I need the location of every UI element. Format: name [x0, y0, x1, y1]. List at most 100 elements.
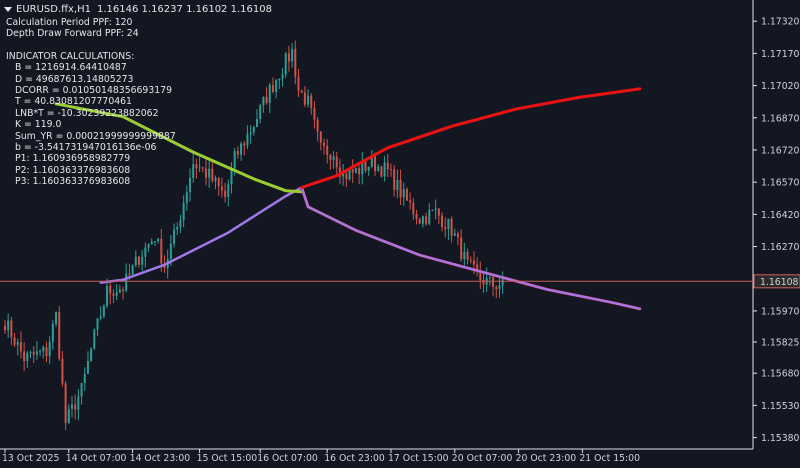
candle-body	[39, 351, 42, 353]
candle-body	[402, 189, 405, 198]
candle-body	[26, 352, 29, 362]
symbol-header: EURUSD.ffx,H1 1.16146 1.16237 1.16102 1.1…	[4, 4, 272, 16]
price-tick-label: 1.16870	[761, 113, 800, 124]
candle-body	[70, 404, 73, 409]
candle-body	[453, 233, 456, 236]
candle-body	[32, 351, 35, 355]
triangle-down-icon[interactable]	[4, 6, 12, 12]
candle-body	[99, 316, 102, 319]
chart-window[interactable]: 1.17320 1.17170 1.17020 1.16870 1.16720 1.165…	[0, 0, 800, 468]
candle-body	[236, 150, 239, 155]
candle-body	[428, 210, 431, 224]
candle-body	[393, 169, 396, 190]
candle-body	[287, 53, 290, 62]
candle-body	[144, 247, 147, 257]
price-tick-label: 1.17320	[761, 17, 800, 28]
candle-body	[389, 169, 392, 171]
candle-body	[220, 186, 223, 191]
indicator-line-b-upper: B = 1216914.64410487	[15, 62, 127, 74]
candle-body	[153, 241, 156, 243]
candle-body	[93, 329, 96, 349]
candle-body	[329, 154, 332, 160]
candle-body	[115, 292, 118, 296]
candle-body	[278, 78, 281, 81]
candle-body	[291, 48, 294, 62]
candle-body	[185, 192, 188, 204]
candle-body	[259, 105, 262, 120]
candle-body	[29, 351, 32, 353]
candle-body	[35, 351, 38, 355]
time-tick-label: 17 Oct 15:00	[388, 453, 449, 464]
candle-body	[364, 161, 367, 171]
candle-body	[421, 216, 424, 224]
candle-body	[90, 348, 93, 362]
candle-body	[74, 404, 77, 410]
indicator-line-p3: P3: 1.160363376983608	[15, 176, 131, 188]
candle-body	[45, 347, 48, 357]
candle-body	[19, 342, 22, 352]
candle-body	[380, 166, 383, 177]
candle-body	[472, 260, 475, 265]
price-tick-label: 1.17170	[761, 49, 800, 60]
candle-body	[415, 214, 418, 220]
candle-body	[227, 184, 230, 197]
candle-body	[150, 241, 153, 245]
candle-body	[409, 200, 412, 203]
candle-body	[466, 251, 469, 260]
candle-body	[469, 259, 472, 261]
candle-body	[80, 383, 83, 397]
candle-body	[425, 216, 428, 224]
candle-body	[256, 119, 259, 128]
candle-body	[122, 289, 125, 291]
candle-body	[246, 134, 249, 146]
candle-body	[297, 76, 300, 91]
candle-body	[125, 273, 128, 291]
candle-body	[367, 166, 370, 171]
indicator-line-sum-yr: Sum_YR = 0.00021999999999887	[15, 130, 176, 142]
candle-body	[377, 166, 380, 172]
candle-body	[204, 168, 207, 178]
param-depth-forward: Depth Draw Forward PPF: 24	[6, 28, 139, 40]
symbol-name: EURUSD.ffx,H1	[16, 4, 91, 15]
candle-body	[173, 229, 176, 244]
candle-body	[447, 218, 450, 230]
time-tick-label: 16 Oct 23:00	[324, 453, 385, 464]
price-tick-label: 1.16420	[761, 210, 800, 221]
time-tick-label: 15 Oct 15:00	[197, 453, 258, 464]
candle-body	[252, 127, 255, 133]
price-tick-label: 1.16720	[761, 145, 800, 156]
candle-body	[348, 169, 351, 180]
candle-body	[4, 325, 6, 331]
candle-body	[307, 95, 310, 105]
time-tick-label: 21 Oct 15:00	[579, 453, 640, 464]
candle-body	[208, 168, 211, 178]
candle-body	[10, 320, 13, 338]
candle-body	[77, 396, 80, 410]
candle-body	[243, 143, 246, 146]
candle-body	[147, 244, 150, 248]
candle-body	[444, 227, 447, 230]
candle-body	[7, 320, 10, 331]
candle-body	[418, 219, 421, 224]
candle-body	[313, 107, 316, 120]
candle-body	[386, 162, 389, 170]
candle-body	[281, 74, 284, 79]
candle-body	[294, 48, 297, 77]
candle-body	[112, 293, 115, 296]
candle-body	[189, 178, 192, 193]
candle-body	[431, 210, 434, 212]
candle-body	[192, 164, 195, 179]
candle-body	[86, 361, 89, 374]
candle-body	[102, 305, 105, 317]
candle-body	[83, 373, 86, 384]
candle-body	[434, 208, 437, 211]
indicator-line-dcorr: DCORR = 0.01050148356693179	[15, 85, 173, 97]
candle-body	[141, 256, 144, 265]
price-tick-label: 1.15970	[761, 306, 800, 317]
price-tick-label: 1.15530	[761, 401, 800, 412]
candle-body	[354, 168, 357, 173]
price-tick-label: 1.16570	[761, 178, 800, 189]
candle-body	[137, 256, 140, 265]
price-tick-label: 1.15825	[761, 338, 800, 349]
candle-body	[332, 156, 335, 160]
